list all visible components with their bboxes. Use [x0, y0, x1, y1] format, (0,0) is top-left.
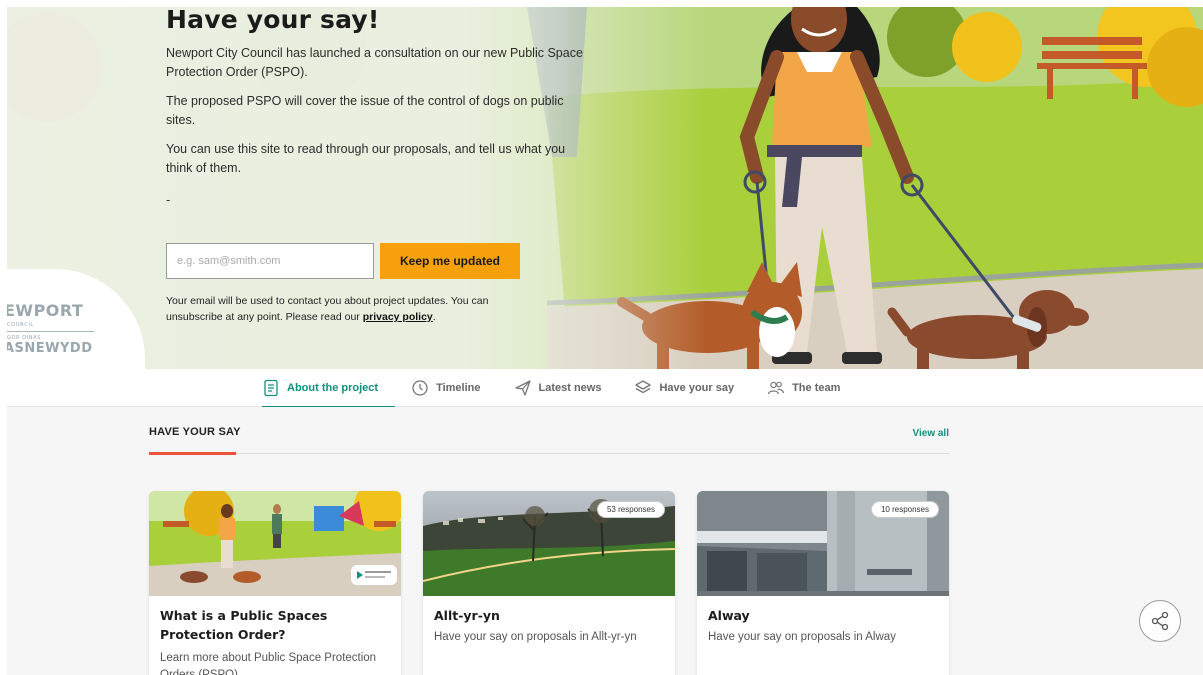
tab-have-your-say[interactable]: Have your say — [634, 369, 751, 407]
card-what-is-pspo[interactable]: What is a Public Spaces Protection Order… — [149, 491, 401, 675]
page-title: Have your say! — [166, 7, 380, 34]
hero-banner: EWPORT COUNCIL GOR DINAS ASNEWYDD Have y… — [7, 7, 1203, 369]
card-title: Alway — [708, 608, 750, 623]
responses-badge: 10 responses — [870, 501, 939, 518]
keep-me-updated-button[interactable]: Keep me updated — [380, 243, 520, 279]
signup-note: Your email will be used to contact you a… — [166, 295, 489, 323]
section-title: HAVE YOUR SAY — [149, 426, 241, 438]
card-title: Allt-yr-yn — [434, 608, 500, 623]
clock-icon — [412, 380, 428, 396]
intro-paragraph-3: You can use this site to read through ou… — [166, 142, 566, 175]
privacy-policy-link[interactable]: privacy policy — [363, 311, 433, 323]
hero-content: Have your say! Newport City Council has … — [166, 7, 586, 207]
card-image-photo: 10 responses — [697, 491, 949, 596]
tab-about-the-project[interactable]: About the project — [262, 369, 396, 408]
card-alway[interactable]: 10 responses Alway Have your say on prop… — [697, 491, 949, 675]
tab-the-team[interactable]: The team — [767, 369, 857, 407]
signup-form: Keep me updated — [166, 243, 520, 279]
intro-dash: - — [166, 192, 171, 207]
intro-paragraph-2: The proposed PSPO will cover the issue o… — [166, 94, 564, 127]
section-header: HAVE YOUR SAY View all — [149, 426, 949, 455]
layers-icon — [635, 380, 652, 394]
tab-latest-news[interactable]: Latest news — [514, 369, 619, 407]
tab-timeline[interactable]: Timeline — [411, 369, 497, 407]
card-image-photo: 53 responses — [423, 491, 675, 596]
section-title-underline — [149, 452, 236, 455]
card-image-illustration — [149, 491, 401, 596]
responses-badge: 53 responses — [596, 501, 665, 518]
share-button[interactable] — [1139, 600, 1181, 642]
card-allt-yr-yn[interactable]: 53 responses Allt-yr-yn Have your say on… — [423, 491, 675, 675]
card-description: Have your say on proposals in Alway — [708, 631, 896, 643]
project-nav: About the project Timeline Latest news H… — [7, 369, 1203, 408]
have-your-say-section: HAVE YOUR SAY View all What is a Public … — [7, 407, 1203, 675]
card-description: Learn more about Public Space Protection… — [160, 652, 377, 675]
view-all-link[interactable]: View all — [912, 428, 949, 439]
share-icon — [1151, 611, 1169, 631]
card-title: What is a Public Spaces Protection Order… — [160, 608, 328, 642]
document-icon — [264, 379, 278, 397]
card-description: Have your say on proposals in Allt-yr-yn — [434, 631, 637, 643]
people-icon — [767, 381, 785, 395]
paper-plane-icon — [514, 380, 531, 396]
council-logo: EWPORT COUNCIL GOR DINAS ASNEWYDD — [7, 301, 94, 356]
email-field[interactable] — [166, 243, 374, 279]
intro-paragraph-1: Newport City Council has launched a cons… — [166, 46, 583, 79]
